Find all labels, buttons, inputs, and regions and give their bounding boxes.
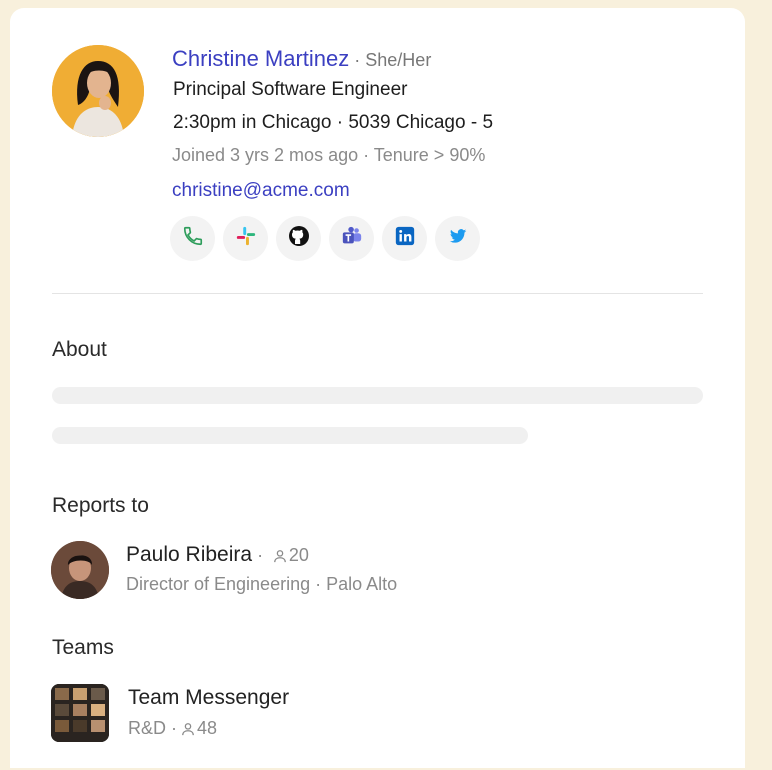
phone-button[interactable] (170, 216, 215, 261)
manager-separator: · (252, 545, 264, 565)
person-icon (181, 720, 195, 741)
github-icon (287, 224, 311, 253)
phone-icon (182, 225, 204, 252)
slack-icon (235, 225, 257, 252)
team-dept: R&D · (128, 718, 177, 738)
teams-button[interactable] (329, 216, 374, 261)
profile-email-link[interactable]: christine@acme.com (172, 180, 350, 202)
github-button[interactable] (276, 216, 321, 261)
manager-report-count: 20 (288, 545, 309, 565)
about-heading: About (52, 338, 107, 361)
contact-icons (170, 216, 480, 261)
teams-icon (341, 225, 363, 252)
manager-name[interactable]: Paulo Ribeira (126, 543, 252, 566)
profile-card: Christine Martinez · She/Her Principal S… (10, 8, 745, 768)
person-icon (273, 545, 287, 569)
profile-name[interactable]: Christine Martinez (172, 46, 349, 71)
manager-subtitle: Director of Engineering · Palo Alto (126, 574, 398, 594)
profile-location: 2:30pm in Chicago · 5039 Chicago - 5 (173, 112, 494, 133)
about-skeleton-line (52, 387, 703, 404)
team-member-count: 48 (197, 718, 218, 738)
linkedin-button[interactable] (382, 216, 427, 261)
team-name[interactable]: Team Messenger (128, 686, 289, 710)
linkedin-icon (394, 225, 416, 252)
twitter-icon (448, 226, 468, 251)
profile-pronouns: · She/Her (349, 50, 432, 70)
about-skeleton-line (52, 427, 528, 444)
slack-button[interactable] (223, 216, 268, 261)
profile-joined: Joined 3 yrs 2 mos ago · Tenure > 90% (172, 145, 486, 165)
divider (52, 293, 703, 294)
twitter-button[interactable] (435, 216, 480, 261)
reports-to-heading: Reports to (52, 494, 149, 517)
teams-heading: Teams (52, 636, 114, 659)
profile-avatar (52, 45, 144, 137)
team-avatar[interactable] (51, 684, 109, 742)
manager-row[interactable]: Paulo Ribeira · 20 (126, 543, 309, 569)
profile-title: Principal Software Engineer (173, 79, 408, 100)
profile-name-row: Christine Martinez · She/Her (172, 46, 431, 72)
manager-avatar[interactable] (51, 541, 109, 599)
team-meta: R&D · 48 (128, 718, 217, 741)
